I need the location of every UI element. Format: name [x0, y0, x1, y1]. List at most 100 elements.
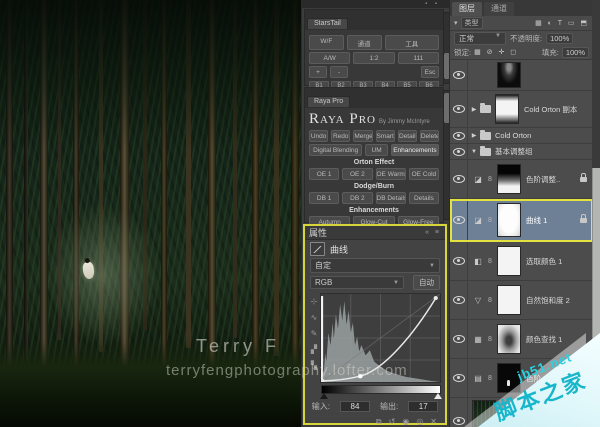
layer-name[interactable]: Cold Orton 副本: [524, 104, 577, 115]
db2-button[interactable]: DB 2: [342, 192, 373, 204]
visibility-eye-icon[interactable]: [452, 417, 465, 425]
tab-layers[interactable]: 图层: [452, 2, 482, 16]
layer-row[interactable]: ◧ 8 选取颜色 1: [450, 242, 593, 281]
previous-state-icon[interactable]: ◎: [416, 417, 423, 427]
layer-row[interactable]: [450, 60, 593, 91]
visibility-eye-icon[interactable]: [452, 335, 465, 343]
edit-points-icon[interactable]: ∿: [311, 313, 318, 322]
layer-name[interactable]: 自然饱和度 2: [526, 295, 570, 306]
layer-group-row[interactable]: ▼ 基本调整组: [450, 144, 593, 160]
visibility-eye-icon[interactable]: [452, 105, 465, 113]
visibility-eye-icon[interactable]: [452, 257, 465, 265]
layer-row[interactable]: ◪ 8 色阶调整..: [450, 160, 593, 199]
highlight-slider-handle[interactable]: [434, 393, 442, 399]
eye-cell[interactable]: [450, 144, 468, 159]
tab-starstail[interactable]: StarsTail: [307, 18, 348, 29]
undo-button[interactable]: Undo: [309, 130, 329, 142]
oe2-button[interactable]: OE 2: [342, 168, 373, 180]
starstail-button[interactable]: A/W: [309, 52, 351, 64]
group-expand-icon[interactable]: ▼: [468, 149, 480, 155]
photoshop-window: Terry F terryfengphotography.lofter.com …: [0, 0, 600, 427]
visibility-eye-icon[interactable]: [452, 71, 465, 79]
blend-mode-dropdown[interactable]: 正常 ▼: [454, 31, 506, 45]
delete-button[interactable]: Delete: [419, 130, 440, 142]
filter-type-dropdown[interactable]: 类型: [460, 17, 483, 29]
filter-kind-icons[interactable]: ▦ ◐ T ▭ ⬒: [535, 19, 589, 27]
shadow-slider-handle[interactable]: [320, 393, 328, 399]
mask-thumbnail[interactable]: [497, 203, 521, 237]
input-gradient-slider[interactable]: [320, 385, 442, 399]
panel-collapse-icon[interactable]: ▪ ▪: [425, 1, 440, 7]
panel-menu-icon[interactable]: « ≡: [425, 229, 441, 236]
db-details-button[interactable]: DB Details: [375, 192, 406, 204]
starstail-button[interactable]: 工具: [384, 35, 439, 50]
module-tab-digital-blending[interactable]: Digital Blending: [309, 144, 363, 156]
pencil-icon[interactable]: ✎: [311, 329, 318, 338]
group-name[interactable]: Cold Orton: [495, 131, 531, 140]
db1-button[interactable]: DB 1: [309, 192, 340, 204]
eye-cell[interactable]: [450, 60, 468, 90]
merge-button[interactable]: Merge: [353, 130, 373, 142]
visibility-eye-icon[interactable]: [452, 147, 465, 156]
starstail-button[interactable]: -: [330, 66, 348, 78]
starstail-button[interactable]: 1:2: [353, 52, 395, 64]
oe1-button[interactable]: OE 1: [309, 168, 340, 180]
visibility-eye-icon[interactable]: [452, 175, 465, 183]
mask-thumbnail[interactable]: [497, 246, 521, 276]
fill-value[interactable]: 100%: [561, 46, 589, 58]
mask-thumbnail[interactable]: [497, 285, 521, 315]
eye-cell[interactable]: [450, 91, 468, 127]
preset-dropdown[interactable]: 自定 ▼: [310, 258, 440, 273]
redo-button[interactable]: Redo: [331, 130, 351, 142]
layer-group-row[interactable]: ▶ Cold Orton: [450, 128, 593, 144]
opacity-value[interactable]: 100%: [546, 32, 574, 44]
group-mask-thumbnail[interactable]: [495, 94, 519, 124]
module-tab-um[interactable]: UM: [365, 144, 388, 156]
group-name[interactable]: 基本调整组: [495, 146, 533, 157]
clip-to-layer-icon[interactable]: ⧉: [376, 417, 382, 427]
layer-row[interactable]: ▽ 8 自然饱和度 2: [450, 281, 593, 320]
layer-name[interactable]: 选取颜色 1: [526, 256, 562, 267]
layer-name[interactable]: 色阶调整..: [526, 174, 560, 185]
auto-button[interactable]: 自动: [413, 275, 440, 290]
starstail-button[interactable]: +: [309, 66, 327, 78]
eyedropper-icon[interactable]: ▞: [311, 345, 317, 354]
reset-icon[interactable]: ↺: [389, 417, 396, 427]
eye-cell[interactable]: [450, 128, 468, 143]
eye-cell[interactable]: [450, 242, 468, 280]
starstail-button[interactable]: Esc: [421, 66, 439, 78]
layer-name[interactable]: 曲线 1: [526, 215, 547, 226]
eye-cell[interactable]: [450, 398, 468, 427]
lock-option-icons[interactable]: ▦ ⊘ ✛ ◻: [474, 48, 518, 56]
eye-cell[interactable]: [450, 199, 468, 241]
tab-rayapro[interactable]: Raya Pro: [307, 96, 351, 107]
channel-dropdown[interactable]: RGB ▼: [310, 276, 404, 289]
target-adjust-icon[interactable]: ⊹: [311, 297, 318, 306]
tab-channels[interactable]: 通道: [484, 2, 514, 16]
visibility-eye-icon[interactable]: [452, 296, 465, 304]
starstail-button[interactable]: W/F: [309, 35, 344, 50]
eye-cell[interactable]: [450, 320, 468, 358]
input-value[interactable]: 84: [340, 401, 370, 412]
oe-warm-button[interactable]: OE Warm: [375, 168, 406, 180]
group-collapse-icon[interactable]: ▶: [468, 106, 480, 113]
module-tab-enhancements[interactable]: Enhancements: [390, 144, 439, 156]
visibility-eye-icon[interactable]: [452, 131, 465, 140]
visibility-eye-icon[interactable]: [452, 216, 465, 224]
smart-button[interactable]: Smart: [375, 130, 395, 142]
layer-row[interactable]: ▶ Cold Orton 副本: [450, 91, 593, 128]
mask-thumbnail[interactable]: [497, 164, 521, 194]
delete-adjustment-icon[interactable]: ✕: [430, 417, 437, 427]
oe-cold-button[interactable]: OE Cold: [408, 168, 439, 180]
details-button[interactable]: Details: [408, 192, 439, 204]
detail-button[interactable]: Detail: [397, 130, 417, 142]
group-collapse-icon[interactable]: ▶: [468, 132, 480, 139]
layer-thumbnail[interactable]: [497, 62, 521, 88]
visibility-icon[interactable]: ◉: [402, 417, 409, 427]
layer-row-selected[interactable]: ◪ 8 曲线 1: [450, 199, 593, 242]
eye-cell[interactable]: [450, 281, 468, 319]
starstail-button[interactable]: 通道: [346, 35, 382, 50]
output-value[interactable]: 17: [408, 401, 439, 412]
starstail-button[interactable]: 111: [397, 52, 439, 64]
eye-cell[interactable]: [450, 160, 468, 198]
